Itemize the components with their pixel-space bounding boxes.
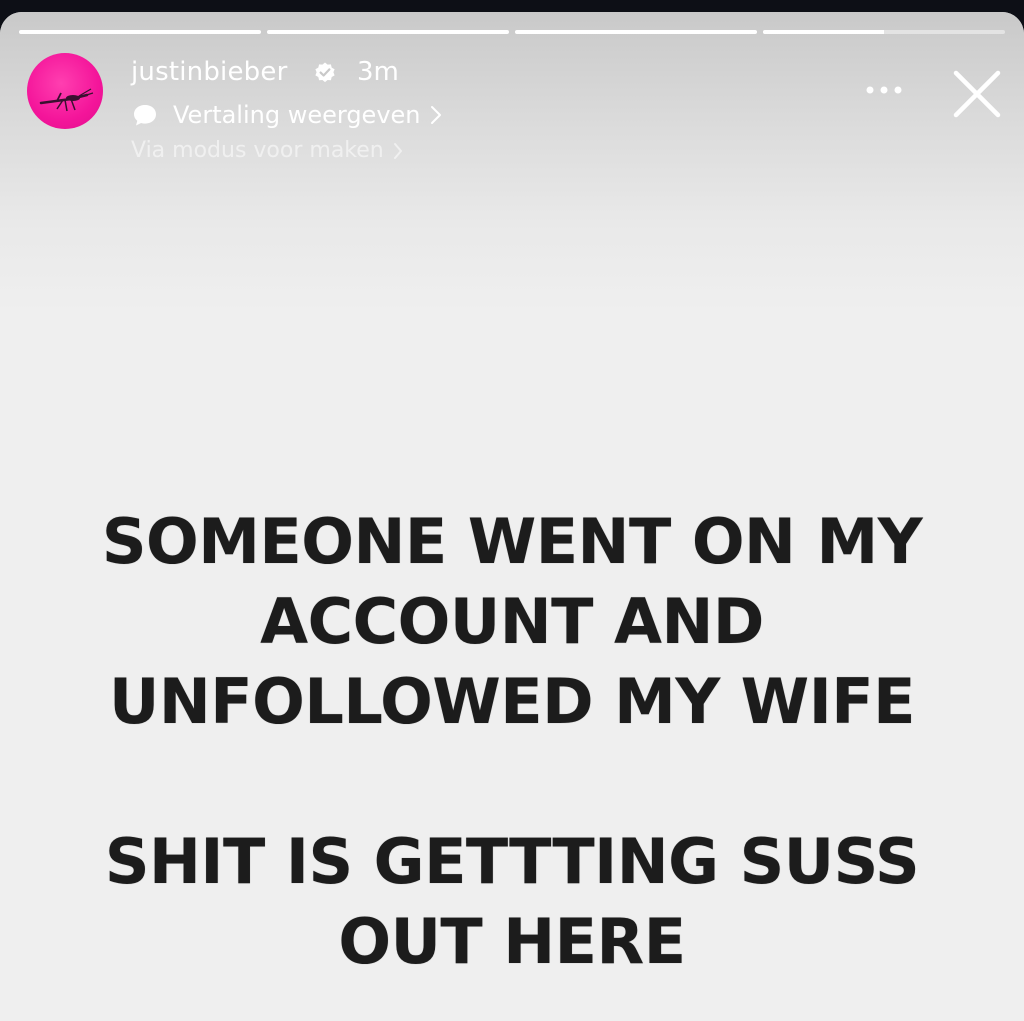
progress-segment <box>267 30 509 34</box>
translate-link[interactable]: Vertaling weergeven <box>131 100 443 130</box>
avatar-insect-image <box>39 88 94 112</box>
progress-segment <box>19 30 261 34</box>
time-ago: 3m <box>357 57 399 87</box>
more-options-icon[interactable] <box>862 82 906 98</box>
avatar[interactable] <box>27 53 103 129</box>
story-text-paragraph: SOMEONE WENT ON MY ACCOUNT AND UNFOLLOWE… <box>101 505 923 738</box>
create-mode-label: Via modus voor maken <box>131 138 384 163</box>
username[interactable]: justinbieber <box>131 57 287 87</box>
progress-segment <box>515 30 757 34</box>
create-mode-link[interactable]: Via modus voor maken <box>131 136 404 166</box>
chevron-right-icon <box>430 106 441 124</box>
story-text: SOMEONE WENT ON MY ACCOUNT AND UNFOLLOWE… <box>0 502 1024 982</box>
chevron-right-icon <box>393 143 402 159</box>
speech-bubble-icon <box>134 105 156 126</box>
progress-segment <box>763 30 1005 34</box>
progress-fill <box>267 30 509 34</box>
progress-fill <box>515 30 757 34</box>
close-icon[interactable] <box>950 67 1004 121</box>
verified-badge-icon <box>315 62 335 83</box>
story-progress-bar <box>19 30 1005 34</box>
progress-fill <box>19 30 261 34</box>
progress-fill <box>763 30 884 34</box>
story-viewer[interactable]: justinbieber 3m Vertaling weergeven Via … <box>0 12 1024 1021</box>
story-text-paragraph: SHIT IS GETTTING SUSS OUT HERE <box>104 825 920 978</box>
translate-label: Vertaling weergeven <box>173 101 421 129</box>
